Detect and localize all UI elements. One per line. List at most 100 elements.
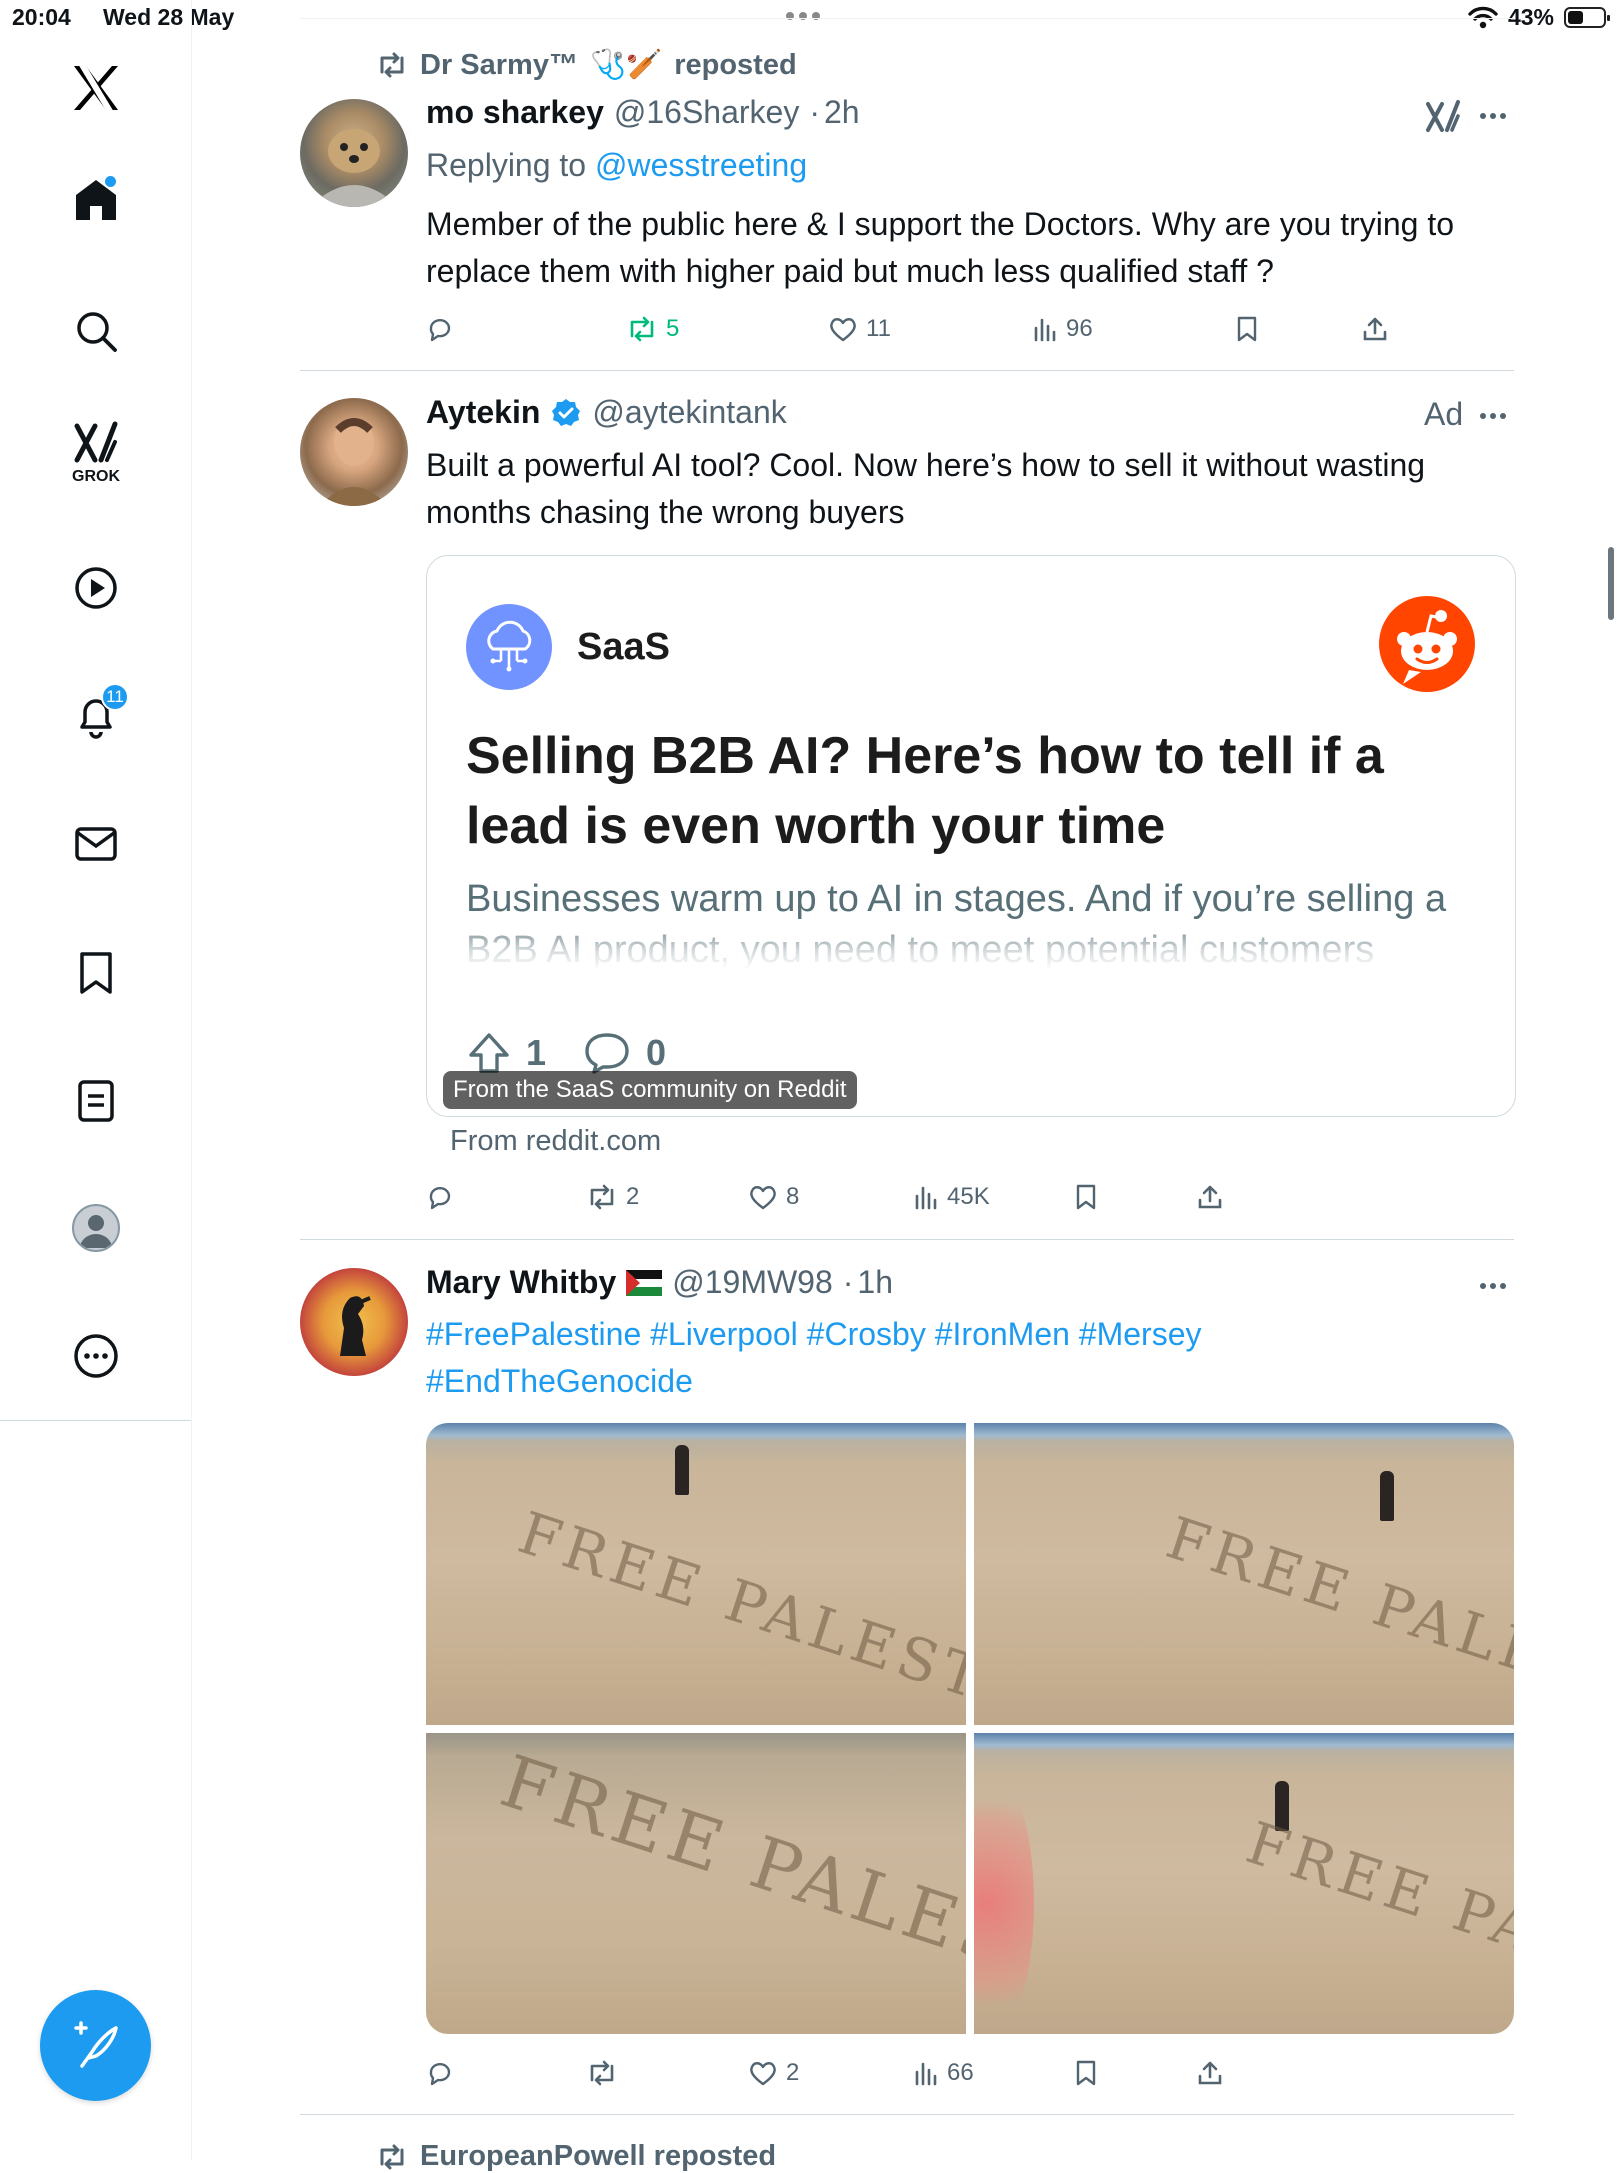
post-time[interactable]: 1h [857, 1264, 893, 1301]
home-unread-dot [105, 176, 116, 187]
like-count: 2 [786, 2059, 800, 2086]
replying-to-line: Replying to @wesstreeting [426, 142, 1506, 189]
beach-photo-1[interactable]: FREE PALESTINE [426, 1423, 966, 1725]
community-name: SaaS [577, 626, 670, 668]
top-divider [300, 18, 1514, 19]
reply-icon [429, 2063, 451, 2086]
hashtags-line-2[interactable]: #EndTheGenocide [426, 1358, 1506, 1405]
heart-icon [830, 318, 856, 342]
more-options-circle-icon[interactable] [63, 1323, 129, 1389]
battery-icon [1564, 7, 1610, 28]
share-icon [1198, 1185, 1222, 1209]
bookmarks-icon[interactable] [63, 940, 129, 1006]
card-votes: 1 0 [466, 1031, 666, 1075]
share-button[interactable] [1197, 2053, 1223, 2093]
next-repost-label: EuropeanPowell reposted [420, 2140, 777, 2172]
repost-button[interactable]: 2 [586, 1177, 639, 1217]
views-button[interactable]: 66 [913, 2053, 974, 2093]
views-button[interactable]: 45K [913, 1177, 990, 1217]
lists-icon[interactable] [63, 1068, 129, 1134]
author-handle[interactable]: @16Sharkey [614, 94, 799, 131]
scrollbar-thumb[interactable] [1608, 547, 1614, 620]
search-icon[interactable] [63, 298, 129, 364]
post-divider [300, 370, 1514, 371]
bookmark-button[interactable] [1074, 2053, 1098, 2093]
heart-icon [750, 2062, 776, 2086]
next-repost-indicator[interactable]: EuropeanPowell reposted [376, 2140, 776, 2173]
upvote-count: 1 [526, 1032, 547, 1073]
post-more-icon[interactable] [1480, 113, 1506, 119]
bookmark-icon [1237, 316, 1257, 342]
profile-avatar-icon[interactable] [63, 1195, 129, 1261]
views-chart-icon [915, 1186, 937, 1210]
reddit-logo-icon [1379, 596, 1475, 692]
grok-icon[interactable]: GROK [63, 420, 129, 500]
reply-button[interactable] [426, 2053, 454, 2093]
views-chart-icon [915, 2062, 937, 2086]
reddit-link-card[interactable]: SaaS Selling B2B AI? Here’s how to tell … [426, 555, 1516, 1117]
reply-button[interactable] [426, 309, 454, 349]
author-name[interactable]: Aytekin [426, 394, 540, 431]
repost-icon [376, 52, 408, 78]
author-handle[interactable]: @19MW98 [672, 1264, 833, 1301]
dot-separator: · [842, 1264, 854, 1300]
notifications-bell-icon[interactable]: 11 [63, 683, 129, 749]
reply-icon [429, 319, 451, 342]
post-avatar-dog[interactable] [300, 99, 408, 207]
bookmark-button[interactable] [1235, 309, 1259, 349]
repost-icon [590, 2060, 614, 2086]
repost-icon [630, 316, 654, 342]
post-avatar-liverbird[interactable] [300, 1268, 408, 1376]
x-logo-icon[interactable] [63, 55, 129, 121]
palestine-flag-icon [626, 1269, 663, 1296]
author-handle[interactable]: @aytekintank [592, 394, 786, 431]
like-button[interactable]: 2 [748, 2053, 799, 2093]
post-actions: 2 66 [426, 2053, 1426, 2093]
compose-post-button[interactable] [40, 1990, 151, 2101]
bookmark-button[interactable] [1074, 1177, 1098, 1217]
reply-button[interactable] [426, 1177, 454, 1217]
home-icon[interactable] [63, 167, 129, 233]
post-text: Member of the public here & I support th… [426, 206, 1455, 289]
share-button[interactable] [1362, 309, 1388, 349]
bookmark-icon [1076, 2060, 1096, 2086]
bookmark-icon [1076, 1184, 1096, 1210]
grok-label: GROK [72, 468, 120, 485]
card-source-domain[interactable]: From reddit.com [450, 1125, 661, 1158]
beach-photo-2[interactable]: FREE PALESTINE [974, 1423, 1514, 1725]
view-count: 45K [947, 1183, 990, 1210]
post-actions: 5 11 96 [426, 309, 1426, 349]
post-header: Mary Whitby @19MW98 · 1h [426, 1264, 893, 1301]
views-button[interactable]: 96 [1032, 309, 1093, 349]
messages-envelope-icon[interactable] [63, 811, 129, 877]
card-body: Businesses warm up to AI in stages. And … [466, 878, 1447, 970]
grok-post-icon[interactable] [1424, 98, 1462, 136]
post-more-icon[interactable] [1480, 1283, 1506, 1289]
repost-indicator[interactable]: Dr Sarmy™ 🩺🏏 reposted [376, 48, 797, 82]
beach-photo-3[interactable]: FREE PALESTINE [426, 1733, 966, 2034]
verified-badge-icon [550, 397, 582, 429]
repost-icon [376, 2144, 408, 2170]
dot-separator: · [809, 94, 820, 130]
share-button[interactable] [1197, 1177, 1223, 1217]
like-button[interactable]: 11 [828, 309, 891, 349]
hashtags-line-1[interactable]: #FreePalestine #Liverpool #Crosby #IronM… [426, 1311, 1506, 1358]
replying-prefix: Replying to [426, 147, 587, 183]
view-count: 96 [1066, 315, 1093, 342]
post-more-icon[interactable] [1480, 413, 1506, 419]
reply-icon [429, 1187, 451, 1210]
author-name[interactable]: Mary Whitby [426, 1264, 616, 1301]
beach-photo-4[interactable]: FREE PALESTINE [974, 1733, 1514, 2034]
replying-to-handle[interactable]: @wesstreeting [595, 147, 807, 183]
repost-button[interactable]: 5 [626, 309, 679, 349]
author-name[interactable]: mo sharkey [426, 94, 604, 131]
share-icon [1363, 317, 1387, 341]
card-title: Selling B2B AI? Here’s how to tell if a … [466, 727, 1384, 855]
post-time[interactable]: 2h [824, 94, 860, 131]
views-chart-icon [1034, 318, 1056, 342]
video-play-icon[interactable] [63, 555, 129, 621]
post-avatar-aytekin[interactable] [300, 398, 408, 506]
reposter-name: Dr Sarmy™ [420, 48, 578, 81]
like-button[interactable]: 8 [748, 1177, 799, 1217]
repost-button[interactable] [586, 2053, 618, 2093]
